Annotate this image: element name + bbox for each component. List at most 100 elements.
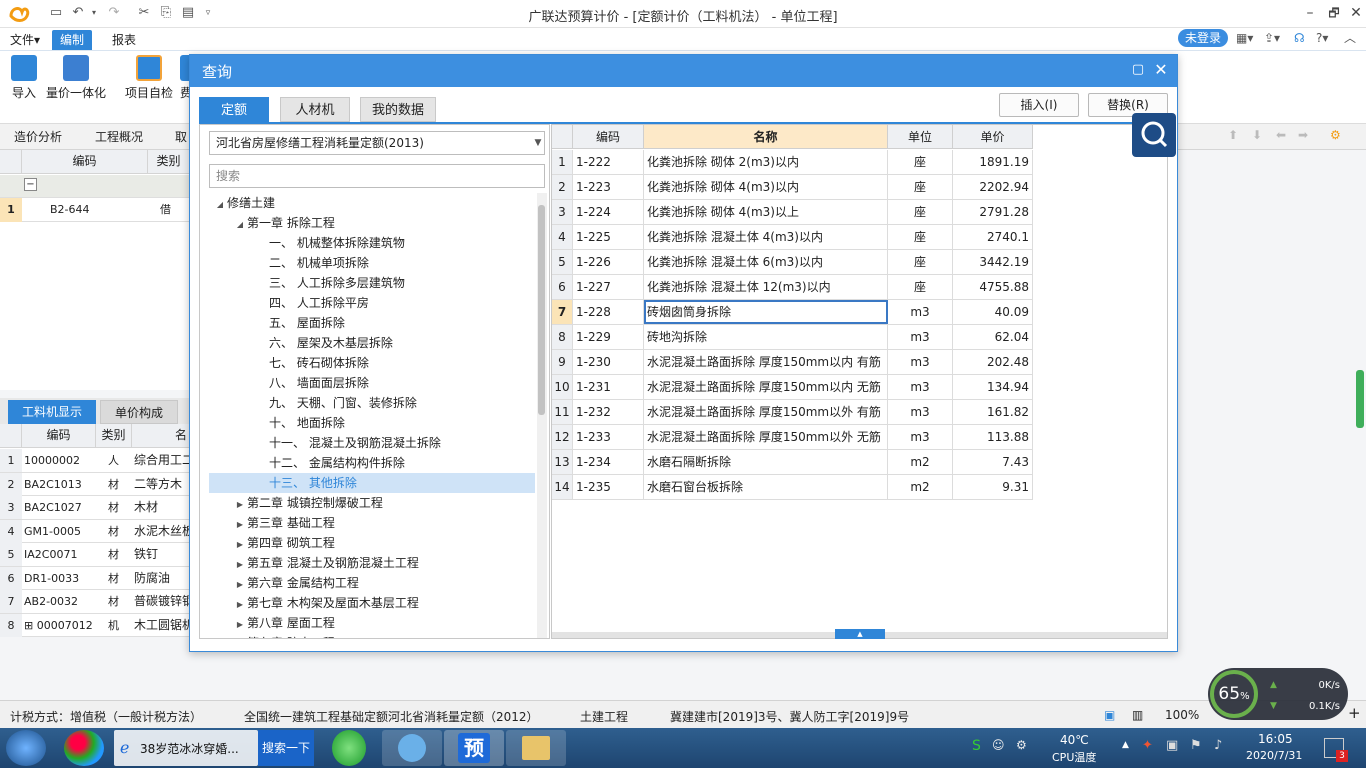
layout-single-icon[interactable]: ▣	[1104, 708, 1115, 722]
table-row[interactable]: 7 AB2-0032 材 普碳镀锌钢	[0, 590, 190, 614]
row-unit[interactable]: m3	[888, 325, 953, 349]
insert-button[interactable]: 插入(I)	[999, 93, 1079, 117]
row-code[interactable]: 1-232	[573, 400, 644, 424]
network-icon[interactable]: ▣	[1166, 738, 1178, 753]
row-code[interactable]: 1-229	[573, 325, 644, 349]
tree-section[interactable]: 二、 机械单项拆除	[255, 253, 369, 273]
undo-dropdown-icon[interactable]: ▾	[86, 5, 102, 21]
save-icon[interactable]: ▭	[48, 5, 64, 21]
row-price[interactable]: 4755.88	[953, 275, 1033, 299]
table-row[interactable]: 8 ⊞ 00007012 机 木工圆锯机	[0, 613, 190, 637]
tree-section[interactable]: 九、 天棚、门窗、装修拆除	[255, 393, 417, 413]
row-name[interactable]: 砖地沟拆除	[644, 325, 888, 349]
table-row[interactable]: −	[0, 175, 190, 198]
tray-icon[interactable]: ⚙	[1016, 738, 1027, 752]
table-row[interactable]: 4 GM1-0005 材 水泥木丝板	[0, 519, 190, 543]
col-header-code[interactable]: 编码	[573, 125, 644, 149]
row-unit[interactable]: m2	[888, 450, 953, 474]
row-name[interactable]: 化粪池拆除 混凝土体 6(m3)以内	[644, 250, 888, 274]
tab-my-data[interactable]: 我的数据	[360, 97, 436, 122]
tree-scrollbar[interactable]	[537, 193, 547, 638]
row-name[interactable]: 水泥混凝土路面拆除 厚度150mm以内 有筋	[644, 350, 888, 374]
row-code[interactable]: 1-231	[573, 375, 644, 399]
collapse-arrow-icon[interactable]: ◢	[213, 195, 227, 215]
flag-icon[interactable]: ⚑	[1190, 738, 1202, 753]
row-price[interactable]: 134.94	[953, 375, 1033, 399]
col-header-unit[interactable]: 单位	[888, 125, 953, 149]
row-unit[interactable]: m3	[888, 425, 953, 449]
tab-quota[interactable]: 定额	[199, 97, 269, 122]
row-price[interactable]: 2791.28	[953, 200, 1033, 224]
row-price[interactable]: 40.09	[953, 300, 1033, 324]
row-code[interactable]: 1-234	[573, 450, 644, 474]
row-name[interactable]: 水泥混凝土路面拆除 厚度150mm以外 无筋	[644, 425, 888, 449]
row-name[interactable]: 水泥混凝土路面拆除 厚度150mm以外 有筋	[644, 400, 888, 424]
collapse-toggle-icon[interactable]: −	[24, 178, 37, 191]
row-unit[interactable]: 座	[888, 225, 953, 249]
row-price[interactable]: 161.82	[953, 400, 1033, 424]
row-price[interactable]: 2202.94	[953, 175, 1033, 199]
table-row[interactable]: 5 1-226 化粪池拆除 混凝土体 6(m3)以内座 3442.19	[552, 250, 1033, 275]
tray-s-icon[interactable]: S	[972, 738, 981, 754]
redo-icon[interactable]: ↷	[106, 5, 122, 21]
cut-icon[interactable]: ✂	[136, 5, 152, 21]
tree-chapter[interactable]: ▶ 第三章 基础工程	[233, 513, 335, 533]
expand-arrow-icon[interactable]: ▶	[233, 635, 247, 638]
expand-arrow-icon[interactable]: ▶	[233, 515, 247, 535]
tree-section[interactable]: 五、 屋面拆除	[255, 313, 345, 333]
row-code[interactable]: 1-235	[573, 475, 644, 499]
row-unit[interactable]: m2	[888, 475, 953, 499]
tree-scrollbar-thumb[interactable]	[538, 205, 545, 415]
tab-labor-material-machine[interactable]: 工料机显示	[8, 400, 96, 424]
dialog-close-icon[interactable]: ✕	[1152, 60, 1170, 80]
expand-arrow-icon[interactable]: ▶	[233, 555, 247, 575]
side-scroll-handle[interactable]	[1356, 370, 1364, 428]
search-float-button[interactable]	[1132, 113, 1176, 157]
table-row[interactable]: 1 10000002 人 综合用工二	[0, 449, 190, 473]
row-name[interactable]: 水磨石窗台板拆除	[644, 475, 888, 499]
row-code[interactable]: 1-228	[573, 300, 644, 324]
price-integration-button[interactable]: 量价一体化	[44, 55, 108, 101]
tree-section[interactable]: 十、 地面拆除	[255, 413, 345, 433]
layout-split-icon[interactable]: ▥	[1132, 708, 1143, 722]
tab-project-overview[interactable]: 工程概况	[95, 128, 143, 145]
row-price[interactable]: 9.31	[953, 475, 1033, 499]
menu-edit[interactable]: 编制	[52, 30, 93, 50]
row-name[interactable]: 化粪池拆除 混凝土体 4(m3)以内	[644, 225, 888, 249]
upload-icon[interactable]: ⇪▾	[1264, 30, 1280, 46]
zoom-level[interactable]: 100%	[1165, 708, 1199, 722]
row-code[interactable]: 1-227	[573, 275, 644, 299]
tab-unit-price-composition[interactable]: 单价构成	[100, 400, 178, 424]
search-input[interactable]	[209, 164, 545, 188]
table-row[interactable]: 4 1-225 化粪池拆除 混凝土体 4(m3)以内座 2740.1	[552, 225, 1033, 250]
row-code[interactable]: 1-224	[573, 200, 644, 224]
tree-section[interactable]: 四、 人工拆除平房	[255, 293, 369, 313]
table-row[interactable]: 8 1-229 砖地沟拆除 m3 62.04	[552, 325, 1033, 350]
tree-chapter[interactable]: ▶ 第七章 木构架及屋面木基层工程	[233, 593, 419, 613]
row-name[interactable]: 化粪池拆除 砌体 2(m3)以内	[644, 150, 888, 174]
paste-icon[interactable]: ▤	[180, 5, 196, 21]
restore-icon[interactable]: 🗗	[1322, 3, 1346, 23]
tab-cost-analysis[interactable]: 造价分析	[14, 128, 62, 145]
tab-labor-material[interactable]: 人材机	[280, 97, 350, 122]
tray-app-icon[interactable]: ✦	[1142, 738, 1153, 753]
row-unit[interactable]: 座	[888, 175, 953, 199]
tree-section[interactable]: 六、 屋架及木基层拆除	[255, 333, 393, 353]
move-up-icon[interactable]: ⬆	[1228, 128, 1238, 142]
headset-icon[interactable]: ☊	[1294, 30, 1305, 46]
table-row[interactable]: 11 1-232 水泥混凝土路面拆除 厚度150mm以外 有筋 m3 161.82	[552, 400, 1033, 425]
table-row[interactable]: 9 1-230 水泥混凝土路面拆除 厚度150mm以内 有筋 m3 202.48	[552, 350, 1033, 375]
tab-fee[interactable]: 取	[175, 128, 187, 145]
tree-section[interactable]: 十一、 混凝土及钢筋混凝土拆除	[255, 433, 441, 453]
taskbar-browser[interactable]: ℯ 38岁范冰冰穿婚...	[114, 730, 258, 766]
search-now-button[interactable]: 搜索一下	[258, 730, 314, 766]
self-check-button[interactable]: 项目自检	[122, 55, 176, 101]
row-code[interactable]: 1-223	[573, 175, 644, 199]
copy-icon[interactable]: ⎘	[158, 5, 174, 21]
tree-chapter[interactable]: ▶ 第四章 砌筑工程	[233, 533, 335, 553]
col-header-name[interactable]: 名称	[644, 125, 888, 149]
table-row[interactable]: 7 1-228 砖烟囱筒身拆除 m3 40.09	[552, 300, 1033, 325]
table-row[interactable]: 10 1-231 水泥混凝土路面拆除 厚度150mm以内 无筋 m3 134.94	[552, 375, 1033, 400]
row-price[interactable]: 1891.19	[953, 150, 1033, 174]
settings-icon[interactable]: ⚙	[1330, 128, 1341, 142]
